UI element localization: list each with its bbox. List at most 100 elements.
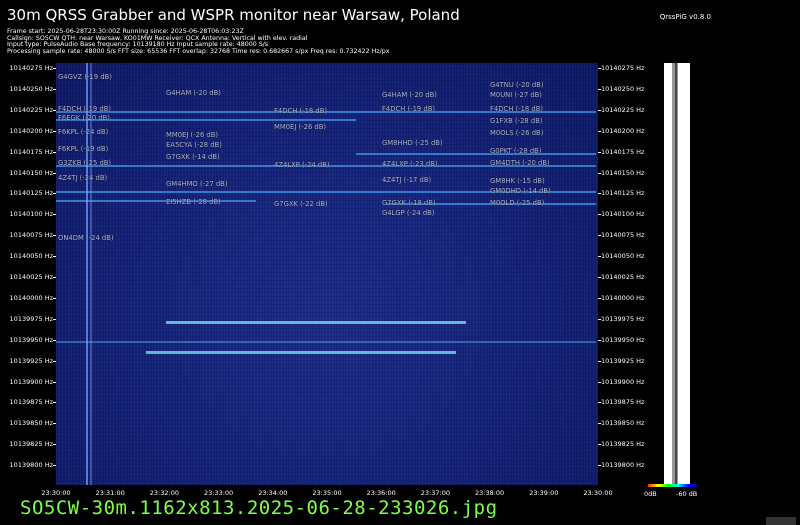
- y-tick-mark: [598, 444, 601, 446]
- signal-band-qrss: [166, 321, 466, 324]
- y-tick-mark: [598, 256, 601, 258]
- y-tick-mark: [53, 214, 56, 216]
- x-tick-label: 23:39:00: [529, 489, 559, 497]
- y-tick-mark: [53, 402, 56, 404]
- spot-label: EA5CYA (-28 dB): [166, 141, 222, 149]
- y-tick-label-left: 10139875 Hz: [9, 398, 53, 407]
- y-tick-label-left: 10139825 Hz: [9, 440, 53, 449]
- spot-label: GM4DTH (-20 dB): [490, 159, 550, 167]
- y-tick-label-left: 10140225 Hz: [9, 105, 53, 114]
- x-tick-label: 23:33:00: [203, 489, 234, 497]
- signal-band: [56, 341, 596, 343]
- y-tick-label-right: 10140050 Hz: [601, 252, 645, 261]
- spot-label: MM0EJ (-26 dB): [274, 123, 327, 131]
- spot-label: F6EGK (-20 dB): [58, 114, 110, 122]
- spot-label: MM0EJ (-26 dB): [166, 131, 219, 139]
- y-tick-label-right: 10140250 Hz: [601, 84, 645, 93]
- spot-label: 4Z4LXP (-24 dB): [274, 161, 330, 169]
- signal-band: [356, 153, 596, 155]
- y-tick-label-right: 10140100 Hz: [601, 210, 645, 219]
- interference-line: [90, 63, 92, 485]
- y-tick-label-right: 10139850 Hz: [601, 419, 645, 428]
- spot-label: F4DCH (-19 dB): [382, 105, 436, 113]
- spot-label: G4LGP (-24 dB): [382, 209, 435, 217]
- y-tick-label-right: 10140000 Hz: [601, 293, 645, 302]
- y-tick-label-left: 10140250 Hz: [9, 84, 53, 93]
- y-tick-mark: [598, 423, 601, 425]
- spot-label: G7GXK (-14 dB): [166, 153, 220, 161]
- spot-label: ON4DM (-24 dB): [58, 234, 114, 242]
- y-tick-label-right: 10140200 Hz: [601, 126, 645, 135]
- x-tick-label: 23:34:00: [258, 489, 288, 497]
- y-tick-label-left: 10139950 Hz: [9, 335, 53, 344]
- y-tick-label-right: 10140175 Hz: [601, 147, 645, 156]
- x-tick-label: 23:30:00: [41, 489, 71, 497]
- signal-band-qrss: [146, 351, 456, 354]
- y-tick-mark: [53, 360, 56, 362]
- y-tick-mark: [598, 402, 601, 404]
- y-tick-mark: [53, 277, 56, 278]
- y-tick-label-left: 10140125 Hz: [9, 189, 53, 198]
- app-version: QrssPiG v0.8.0: [659, 13, 711, 21]
- spot-label: M0UNI (-27 dB): [490, 91, 542, 99]
- spot-label: GM8HHD (-25 dB): [382, 139, 443, 147]
- spot-label: G7GXK (-18 dB): [382, 199, 436, 207]
- y-tick-mark: [598, 109, 601, 111]
- spot-label: F4DCH (-18 dB): [490, 105, 544, 113]
- x-tick-label: 23:37:00: [420, 489, 450, 497]
- spot-label: G1FXB (-28 dB): [490, 117, 543, 125]
- y-tick-mark: [53, 172, 56, 174]
- spot-label: G4HAM (-20 dB): [382, 91, 437, 99]
- spot-label: GM8HK (-15 dB): [490, 177, 545, 185]
- y-tick-mark: [598, 88, 601, 90]
- y-tick-label-right: 10139825 Hz: [601, 440, 645, 449]
- spot-label: F6KPL (-19 dB): [58, 145, 109, 153]
- image-filename: SO5CW-30m.1162x813.2025-06-28-233026.jpg: [20, 497, 498, 519]
- interference-line: [86, 63, 88, 485]
- y-tick-mark: [53, 339, 56, 341]
- y-tick-label-left: 10140200 Hz: [9, 126, 53, 135]
- y-tick-mark: [598, 172, 601, 174]
- y-tick-mark: [598, 130, 601, 132]
- y-tick-label-right: 10140225 Hz: [601, 105, 645, 114]
- spot-label: G7GXK (-22 dB): [274, 200, 328, 208]
- x-tick-label: 23:31:00: [95, 489, 125, 497]
- y-tick-mark: [53, 109, 56, 111]
- spot-label: 4Z4LXP (-23 dB): [382, 160, 438, 168]
- y-tick-mark: [598, 151, 601, 153]
- y-tick-mark: [53, 193, 56, 195]
- y-tick-mark: [598, 68, 601, 69]
- spot-label: F4DCH (-18 dB): [274, 107, 328, 115]
- y-tick-mark: [53, 256, 56, 258]
- y-tick-mark: [53, 297, 56, 299]
- y-tick-label-right: 10140025 Hz: [601, 273, 645, 281]
- y-tick-mark: [53, 151, 56, 153]
- y-tick-label-left: 10140050 Hz: [9, 252, 53, 261]
- y-tick-label-left: 10139900 Hz: [9, 377, 53, 386]
- y-tick-label-right: 10139900 Hz: [601, 377, 645, 386]
- y-tick-mark: [53, 235, 56, 237]
- info-processing: Processing sample rate: 48000 S/s FFT si…: [7, 47, 390, 55]
- spot-label: M0OLD (-25 dB): [490, 199, 545, 207]
- colorbar-label-max: 0dB: [644, 490, 657, 498]
- spot-label: G3ZKB (-25 dB): [58, 159, 112, 167]
- spot-label: G0PKT (-28 dB): [490, 147, 542, 155]
- page-title: 30m QRSS Grabber and WSPR monitor near W…: [7, 6, 460, 24]
- y-tick-mark: [598, 360, 601, 362]
- spot-label: G4TNU (-20 dB): [490, 81, 544, 89]
- y-tick-label-right: 10140150 Hz: [601, 168, 645, 177]
- x-tick-label: 23:32:00: [149, 489, 179, 497]
- y-tick-label-left: 10140075 Hz: [9, 231, 53, 240]
- y-tick-label-right: 10140125 Hz: [601, 189, 645, 198]
- spot-label: G4HAM (-20 dB): [166, 89, 221, 97]
- y-tick-label-right: 10140075 Hz: [601, 231, 645, 240]
- y-tick-mark: [598, 235, 601, 237]
- y-tick-label-right: 10139800 Hz: [601, 461, 645, 470]
- y-tick-label-right: 10139925 Hz: [601, 356, 645, 365]
- y-tick-label-left: 10139800 Hz: [9, 461, 53, 470]
- spot-label: M0OLS (-26 dB): [490, 129, 544, 137]
- x-tick-label: 23:38:00: [474, 489, 505, 497]
- x-tick-label: 23:36:00: [366, 489, 396, 497]
- y-tick-mark: [598, 297, 601, 299]
- spectrum-panel: [664, 63, 690, 485]
